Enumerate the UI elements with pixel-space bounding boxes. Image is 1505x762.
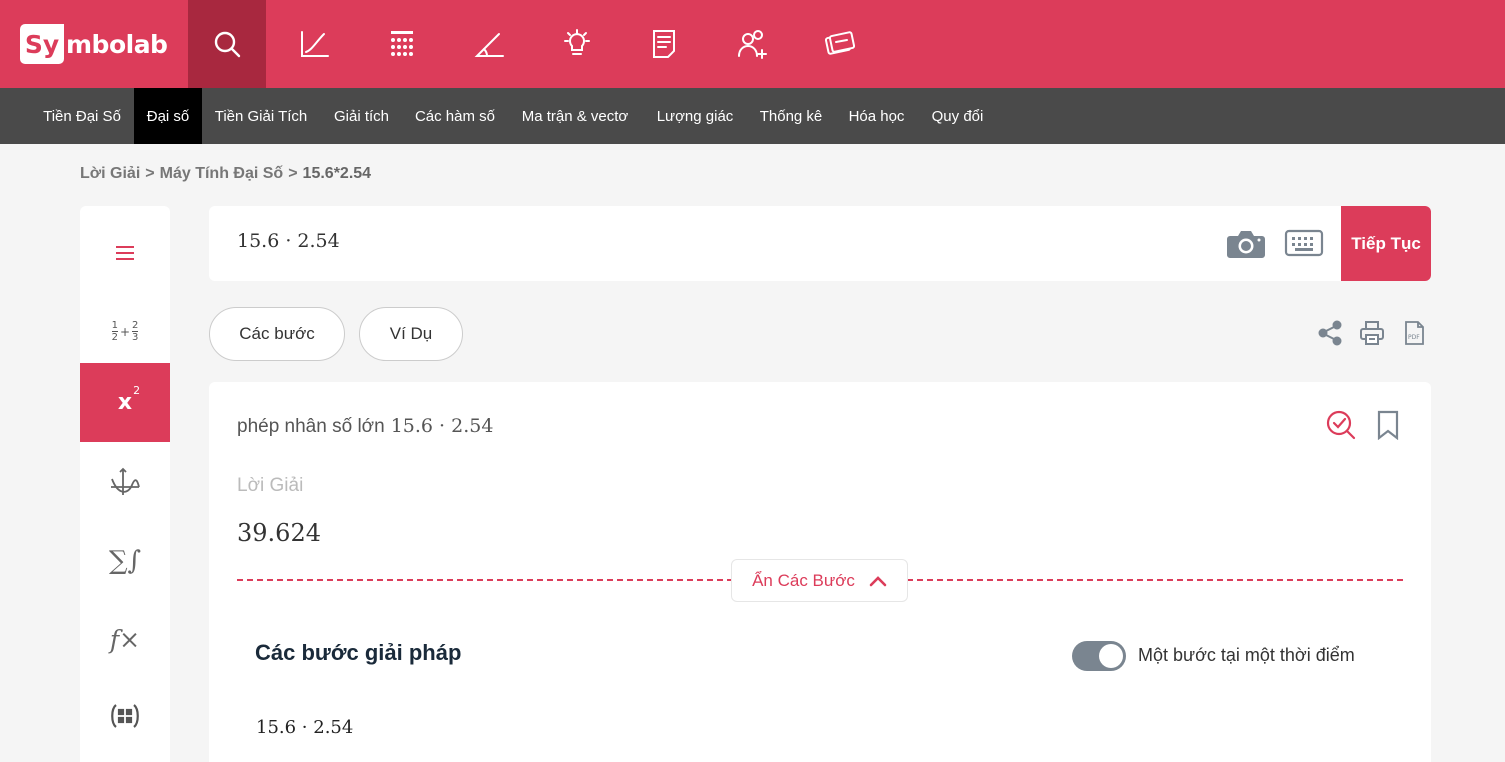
exponent-icon: x2 [117, 384, 140, 415]
share-icon[interactable] [1317, 320, 1343, 346]
verify-icon[interactable] [1326, 410, 1356, 440]
lightbulb-icon [564, 29, 590, 55]
expression-input[interactable]: 15.6 · 2.54 [237, 230, 340, 252]
nav-groups[interactable] [713, 0, 791, 88]
hide-steps-label: Ẩn Các Bước [752, 570, 855, 590]
symbolab-logo[interactable]: Sy mbolab [20, 24, 168, 64]
problem-description: phép nhân số lớn [237, 416, 385, 437]
subnav-functions[interactable]: Các hàm số [403, 88, 507, 144]
breadcrumb: Lời Giải > Máy Tính Đại Số > 15.6*2.54 [80, 165, 371, 183]
fraction-denominator: 2 [111, 331, 118, 343]
solution-label: Lời Giải [237, 475, 304, 496]
subnav-matrices-vectors[interactable]: Ma trận & vectơ [507, 88, 643, 144]
sum-integral-icon: ∑∫ [108, 545, 142, 576]
nav-graph[interactable] [275, 0, 353, 88]
exponent-power: 2 [133, 384, 141, 397]
geometry-icon [474, 33, 504, 57]
subnav-pre-calculus[interactable]: Tiền Giải Tích [202, 88, 320, 144]
function-icon: f× [109, 625, 141, 654]
group-icon [738, 30, 767, 59]
search-icon [214, 31, 241, 58]
chevron-up-icon [869, 575, 887, 586]
top-bar: Sy mbolab [0, 0, 1505, 88]
camera-icon[interactable] [1226, 226, 1266, 260]
nav-geometry[interactable] [450, 0, 528, 88]
go-button[interactable]: Tiếp Tục [1341, 206, 1431, 281]
notebook-icon [653, 30, 675, 58]
pdf-icon[interactable]: PDF [1401, 320, 1427, 346]
sidebar-sum-integral[interactable]: ∑∫ [80, 521, 170, 600]
steps-title: Các bước giải pháp [255, 640, 462, 665]
solution-card: phép nhân số lớn 15.6 · 2.54 Lời Giải 39… [209, 382, 1431, 762]
nav-search[interactable] [188, 0, 266, 88]
nav-tips[interactable] [538, 0, 616, 88]
sidebar-menu[interactable] [80, 213, 170, 292]
practice-icon [824, 31, 855, 55]
keyboard-category-sidebar: 12 + 23 x2 ∑∫ f× [80, 206, 170, 762]
sidebar-matrices[interactable] [80, 676, 170, 755]
fraction-icon: 12 + 23 [111, 320, 139, 343]
examples-tab[interactable]: Ví Dụ [359, 307, 463, 361]
logo-text: mbolab [66, 29, 168, 59]
breadcrumb-current: 15.6*2.54 [302, 165, 372, 182]
sidebar-function-graph[interactable] [80, 442, 170, 521]
matrix-icon [111, 703, 139, 728]
breadcrumb-separator: > [288, 165, 298, 182]
one-step-toggle[interactable] [1072, 641, 1126, 671]
sidebar-functions[interactable]: f× [80, 600, 170, 679]
graph-icon [301, 31, 329, 57]
fraction-numerator: 2 [132, 320, 139, 331]
bookmark-icon[interactable] [1377, 410, 1399, 440]
subnav-statistics[interactable]: Thống kê [747, 88, 835, 144]
menu-icon [116, 245, 134, 260]
sidebar-exponents[interactable]: x2 [80, 363, 170, 442]
one-step-toggle-label: Một bước tại một thời điểm [1138, 645, 1355, 665]
subnav-trigonometry[interactable]: Lượng giác [643, 88, 747, 144]
breadcrumb-solutions[interactable]: Lời Giải [80, 165, 140, 183]
print-icon[interactable] [1359, 320, 1385, 346]
nav-practice[interactable] [800, 0, 878, 88]
subnav-algebra[interactable]: Đại số [134, 88, 202, 144]
keyboard-icon[interactable] [1284, 228, 1324, 258]
fraction-numerator: 1 [111, 320, 118, 331]
solution-value: 39.624 [237, 519, 321, 547]
expression-input-bar: 15.6 · 2.54 Tiếp Tục [209, 206, 1431, 281]
subject-nav: Tiền Đại Số Đại số Tiền Giải Tích Giải t… [0, 88, 1505, 144]
breadcrumb-algebra-calculator[interactable]: Máy Tính Đại Số [160, 165, 284, 183]
problem-expression: 15.6 · 2.54 [390, 415, 494, 437]
breadcrumb-separator: > [145, 165, 155, 182]
hide-steps-button[interactable]: Ẩn Các Bước [731, 559, 908, 602]
logo-mark: Sy [20, 24, 64, 64]
steps-tab[interactable]: Các bước [209, 307, 345, 361]
sidebar-fractions[interactable]: 12 + 23 [80, 292, 170, 371]
step-expression: 15.6 · 2.54 [256, 717, 354, 738]
nav-calculator[interactable] [363, 0, 441, 88]
function-graph-icon [111, 467, 140, 495]
nav-notebook[interactable] [625, 0, 703, 88]
problem-title: phép nhân số lớn 15.6 · 2.54 [237, 415, 493, 438]
svg-text:PDF: PDF [1408, 334, 1420, 341]
subnav-pre-algebra[interactable]: Tiền Đại Số [30, 88, 134, 144]
subnav-chemistry[interactable]: Hóa học [835, 88, 918, 144]
exponent-base: x [117, 390, 133, 415]
subnav-conversions[interactable]: Quy đổi [918, 88, 997, 144]
subnav-calculus[interactable]: Giải tích [320, 88, 403, 144]
fraction-denominator: 3 [132, 331, 139, 343]
toggle-knob [1099, 644, 1123, 668]
calculator-icon [391, 31, 413, 56]
